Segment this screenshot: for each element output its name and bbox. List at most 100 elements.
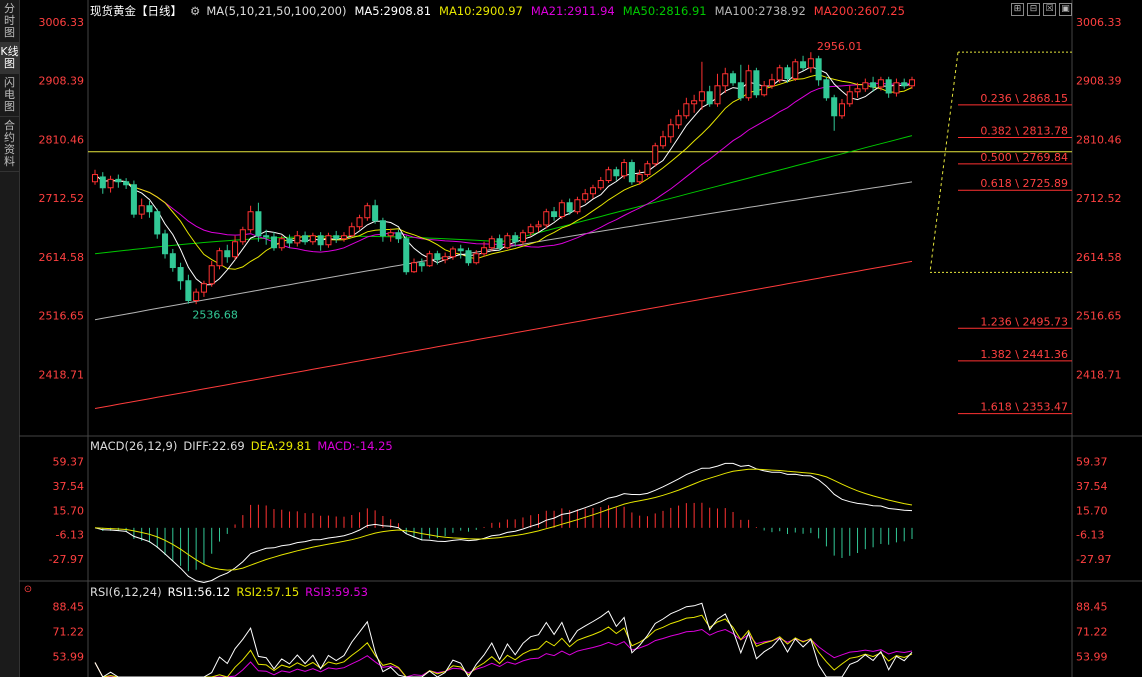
- rsi-tick-left: 71.22: [53, 626, 85, 639]
- candle-body: [294, 235, 301, 244]
- ma-params: MA(5,10,21,50,100,200): [206, 4, 347, 18]
- candle-body: [340, 235, 348, 240]
- macd-tick-left: 15.70: [53, 504, 85, 517]
- candle-body: [753, 70, 760, 96]
- candle-body: [636, 174, 643, 183]
- candle-body: [348, 226, 355, 237]
- candle-body: [675, 115, 682, 126]
- fib-diagonal-line: [929, 52, 959, 273]
- price-tick-right: 2810.46: [1076, 133, 1122, 146]
- price-tick-right: 2908.39: [1076, 75, 1122, 88]
- candle-body: [481, 247, 488, 255]
- candle-body: [224, 250, 231, 258]
- fib-level-label: 0.618 \ 2725.89: [980, 177, 1068, 190]
- candle-body: [605, 169, 612, 182]
- candle-body: [410, 262, 418, 273]
- window-controls: ⊞ ⊟ ☒ ▣: [1011, 3, 1072, 16]
- candle-body: [263, 235, 270, 238]
- candle-body: [457, 248, 464, 252]
- rsi1-line: [94, 602, 913, 677]
- price-tick-right: 3006.33: [1076, 16, 1122, 29]
- candle-body: [302, 235, 309, 243]
- rsi-tick-left: 53.99: [53, 651, 85, 664]
- rsi-tick-left: 88.45: [53, 601, 85, 614]
- candle-body: [504, 235, 511, 249]
- split-icon[interactable]: ⊟: [1027, 3, 1040, 16]
- macd-tick-left: -27.97: [49, 553, 84, 566]
- rsi-params: RSI(6,12,24): [90, 585, 162, 599]
- chart-canvas[interactable]: 3006.33 3006.33 2908.39 2908.39 2810.46 2810.…: [0, 0, 1142, 677]
- candle-body: [177, 267, 184, 282]
- candle-body: [387, 232, 394, 237]
- rsi-header: RSI(6,12,24) RSI1:56.12 RSI2:57.15 RSI3:59.…: [90, 585, 374, 599]
- candle-body: [208, 265, 215, 285]
- candle-body: [543, 211, 550, 226]
- candle-body: [730, 73, 737, 84]
- candle-body: [691, 100, 698, 105]
- candle-body: [193, 291, 200, 302]
- macd-tick-right: 59.37: [1076, 456, 1108, 469]
- candle-body: [800, 61, 807, 69]
- close-icon[interactable]: ☒: [1043, 3, 1056, 16]
- candle-body: [659, 136, 667, 147]
- candle-body: [589, 187, 597, 195]
- candle-body: [784, 67, 791, 80]
- price-tick-left: 2712.52: [39, 192, 85, 205]
- candle-body: [442, 256, 449, 261]
- candle-body: [893, 82, 900, 94]
- high-annotation: 2956.01: [817, 40, 863, 53]
- candle-body: [776, 67, 783, 81]
- candle-body: [792, 61, 799, 80]
- macd-tick-right: -27.97: [1076, 553, 1111, 566]
- candle-body: [558, 202, 565, 218]
- rsi-settings-icon: ⊙: [24, 584, 32, 595]
- macd-diff: DIFF:22.69: [183, 439, 245, 453]
- fib-level-label: 1.236 \ 2495.73: [980, 315, 1068, 328]
- candle-body: [418, 262, 425, 267]
- main-chart-header: 现货黄金【日线】 ⚙ MA(5,10,21,50,100,200) MA5:2908.…: [90, 3, 913, 19]
- ma50-value: MA50:2816.91: [622, 4, 707, 18]
- candle-body: [628, 162, 635, 183]
- candle-body: [535, 224, 542, 228]
- price-tick-left: 2908.39: [39, 75, 85, 88]
- rsi3-value: RSI3:59.53: [305, 585, 368, 599]
- low-annotation: 2536.68: [192, 309, 238, 322]
- ma5-value: MA5:2908.81: [354, 4, 432, 18]
- candle-body: [698, 91, 705, 102]
- macd-tick-left: 37.54: [53, 480, 85, 493]
- settings-gear-icon[interactable]: ⚙: [190, 4, 200, 18]
- candle-body: [908, 79, 916, 87]
- candle-body: [99, 176, 106, 189]
- candle-body: [364, 205, 371, 219]
- candle-body: [247, 211, 254, 231]
- rsi3-line: [94, 628, 913, 677]
- candle-body: [745, 70, 752, 99]
- candle-body: [91, 174, 99, 183]
- macd-tick-left: -6.13: [56, 529, 84, 542]
- price-tick-right: 2614.58: [1076, 251, 1122, 264]
- rsi1-value: RSI1:56.12: [167, 585, 231, 599]
- candle-body: [333, 235, 340, 240]
- maximize-icon[interactable]: ▣: [1059, 3, 1072, 16]
- price-tick-left: 3006.33: [39, 16, 85, 29]
- macd-dea: DEA:29.81: [250, 439, 312, 453]
- candle-body: [551, 211, 558, 218]
- ma10-line: [94, 74, 913, 270]
- rsi-tick-right: 71.22: [1076, 626, 1108, 639]
- candle-body: [885, 79, 892, 94]
- candle-body: [574, 199, 581, 213]
- candle-body: [356, 217, 363, 228]
- candle-body: [815, 58, 822, 81]
- price-tick-left: 2614.58: [39, 251, 85, 264]
- candle-body: [138, 205, 145, 215]
- candle-body: [768, 79, 775, 87]
- price-tick-left: 2516.65: [39, 310, 85, 323]
- candle-body: [862, 82, 869, 90]
- candle-body: [566, 202, 573, 213]
- candle-body: [146, 205, 153, 213]
- candle-body: [372, 205, 379, 222]
- tile-icon[interactable]: ⊞: [1011, 3, 1024, 16]
- candle-body: [200, 283, 207, 293]
- macd-diff-line: [94, 462, 913, 584]
- candle-body: [488, 238, 495, 249]
